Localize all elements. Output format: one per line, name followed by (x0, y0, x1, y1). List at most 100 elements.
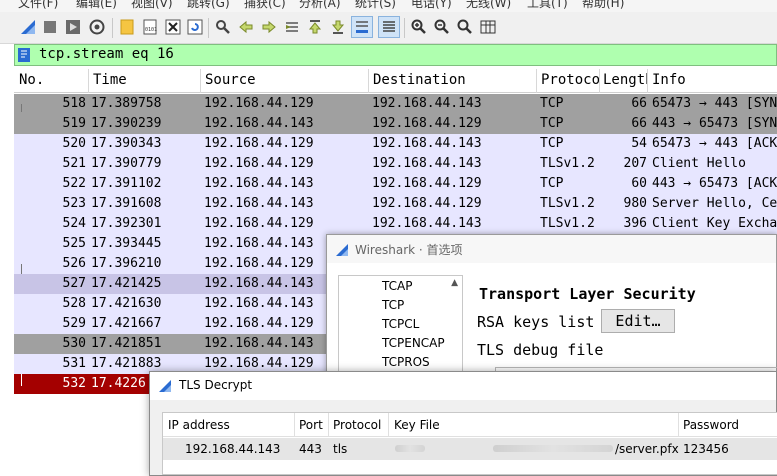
normal-size-icon[interactable] (456, 18, 474, 36)
auto-scroll-icon[interactable] (351, 16, 373, 38)
selected-packet-marker (21, 374, 22, 386)
open-file-icon[interactable] (118, 18, 136, 36)
related-packet-marker (21, 104, 22, 112)
menu-telephony[interactable]: 电话(Y) (411, 0, 452, 11)
column-header-port[interactable]: Port (299, 418, 323, 432)
info-cell: Client Key Excha (652, 216, 777, 231)
tls-debug-file-label: TLS debug file (477, 341, 604, 359)
rsa-keys-table-header: IP address Port Protocol Key File Passwo… (163, 413, 777, 437)
column-header-source[interactable]: Source (205, 72, 365, 88)
zoom-in-icon[interactable] (410, 18, 428, 36)
protocol-cell: TLSv1.2 (540, 216, 595, 231)
column-header-protocol[interactable]: Protocol (541, 72, 599, 88)
packet-number-cell: 532 (62, 376, 86, 391)
column-header-time[interactable]: Time (93, 72, 198, 88)
stop-icon[interactable] (41, 18, 59, 36)
protocol-cell[interactable]: tls (333, 442, 347, 456)
destination-cell: 192.168.44.143 (372, 96, 482, 111)
ip-address-cell[interactable]: 192.168.44.143 (185, 442, 280, 456)
menu-go[interactable]: 跳转(G) (187, 0, 230, 11)
column-header-destination[interactable]: Destination (373, 72, 533, 88)
password-cell[interactable]: 123456 (683, 442, 729, 456)
redacted-path (493, 445, 613, 452)
packet-number-cell: 531 (62, 356, 86, 371)
menu-capture[interactable]: 捕获(C) (244, 0, 286, 11)
packet-number-cell: 522 (62, 176, 86, 191)
column-header-protocol[interactable]: Protocol (333, 418, 381, 432)
tls-decrypt-title-bar[interactable]: TLS Decrypt (150, 372, 776, 400)
preferences-title-bar[interactable]: Wireshark · 首选项 (327, 235, 776, 263)
column-header-password[interactable]: Password (683, 418, 739, 432)
tree-item-tcap[interactable]: TCAP (382, 279, 412, 293)
tls-decrypt-title: TLS Decrypt (179, 378, 253, 392)
time-cell: 17.396210 (91, 256, 162, 271)
packet-number-cell: 528 (62, 296, 86, 311)
menu-file[interactable]: 文件(F) (18, 0, 58, 11)
restart-icon[interactable] (64, 18, 82, 36)
packet-row[interactable]: 519 17.390239 192.168.44.143 192.168.44.129… (14, 114, 777, 134)
packet-row[interactable]: 521 17.390779 192.168.44.129 192.168.44.143… (14, 154, 777, 174)
last-packet-icon[interactable] (329, 18, 347, 36)
key-file-cell[interactable]: /server.pfx (615, 442, 679, 456)
file-set-icon[interactable]: 0101 (141, 18, 159, 36)
time-cell: 17.391102 (91, 176, 162, 191)
tree-item-tcpencap[interactable]: TCPENCAP (382, 336, 445, 350)
redacted-path (395, 445, 425, 452)
tls-decrypt-dialog: TLS Decrypt IP address Port Protocol Key… (149, 371, 777, 476)
close-file-icon[interactable] (164, 18, 182, 36)
forward-icon[interactable] (260, 18, 278, 36)
tree-item-tcpcl[interactable]: TCPCL (382, 317, 419, 331)
scroll-up-arrow-icon[interactable]: ▲ (451, 278, 458, 288)
tls-decrypt-content: IP address Port Protocol Key File Passwo… (150, 400, 777, 475)
packet-number-cell: 530 (62, 336, 86, 351)
packet-row[interactable]: 524 17.392301 192.168.44.129 192.168.44.143… (14, 214, 777, 234)
menu-help[interactable]: 帮助(H) (582, 0, 624, 11)
tree-item-tcpros[interactable]: TCPROS (382, 355, 430, 369)
protocol-cell: TLSv1.2 (540, 196, 595, 211)
tree-item-tcp[interactable]: TCP (382, 298, 404, 312)
length-cell: 60 (631, 176, 647, 191)
packet-row[interactable]: 522 17.391102 192.168.44.143 192.168.44.129… (14, 174, 777, 194)
zoom-out-icon[interactable] (433, 18, 451, 36)
related-packet-marker (21, 264, 22, 274)
reload-icon[interactable] (186, 18, 204, 36)
menu-edit[interactable]: 编辑(E) (76, 0, 117, 11)
packet-number-cell: 524 (62, 216, 86, 231)
destination-cell: 192.168.44.143 (372, 216, 482, 231)
resize-columns-icon[interactable] (479, 18, 497, 36)
display-filter-bar[interactable]: tcp.stream eq 16 (14, 44, 777, 66)
column-header-key-file[interactable]: Key File (394, 418, 440, 432)
info-cell: 65473 → 443 [SYN] (652, 96, 777, 111)
first-packet-icon[interactable] (306, 18, 324, 36)
packet-row[interactable]: 523 17.391608 192.168.44.143 192.168.44.129… (14, 194, 777, 214)
rsa-key-row[interactable]: 192.168.44.143 443 tls /server.pfx 12345… (163, 438, 777, 460)
packet-number-cell: 521 (62, 156, 86, 171)
port-cell[interactable]: 443 (299, 442, 322, 456)
back-icon[interactable] (237, 18, 255, 36)
options-gear-icon[interactable] (88, 18, 106, 36)
shark-fin-start-icon[interactable] (19, 18, 37, 36)
time-cell: 17.421851 (91, 336, 162, 351)
column-header-length[interactable]: Length (603, 72, 647, 88)
menu-view[interactable]: 视图(V) (131, 0, 173, 11)
time-cell: 17.389758 (91, 96, 162, 111)
packet-number-cell: 527 (62, 276, 86, 291)
menu-tools[interactable]: 工具(T) (527, 0, 568, 11)
menu-analyze[interactable]: 分析(A) (299, 0, 341, 11)
column-header-info[interactable]: Info (652, 72, 777, 88)
column-header-no[interactable]: No. (19, 72, 89, 88)
edit-rsa-keys-button[interactable]: Edit… (601, 309, 675, 333)
packet-row[interactable]: 518 17.389758 192.168.44.129 192.168.44.143… (14, 94, 777, 114)
colorize-icon[interactable] (378, 16, 400, 38)
menu-statistics[interactable]: 统计(S) (355, 0, 396, 11)
column-header-ip-address[interactable]: IP address (168, 418, 230, 432)
packet-row[interactable]: 520 17.390343 192.168.44.129 192.168.44.143… (14, 134, 777, 154)
length-cell: 66 (631, 96, 647, 111)
bookmark-icon[interactable] (17, 47, 31, 63)
display-filter-input[interactable]: tcp.stream eq 16 (39, 46, 174, 62)
wireshark-fin-icon (158, 378, 172, 392)
find-icon[interactable] (214, 18, 232, 36)
go-to-packet-icon[interactable] (283, 18, 301, 36)
menu-wireless[interactable]: 无线(W) (466, 0, 511, 11)
destination-cell: 192.168.44.129 (372, 176, 482, 191)
